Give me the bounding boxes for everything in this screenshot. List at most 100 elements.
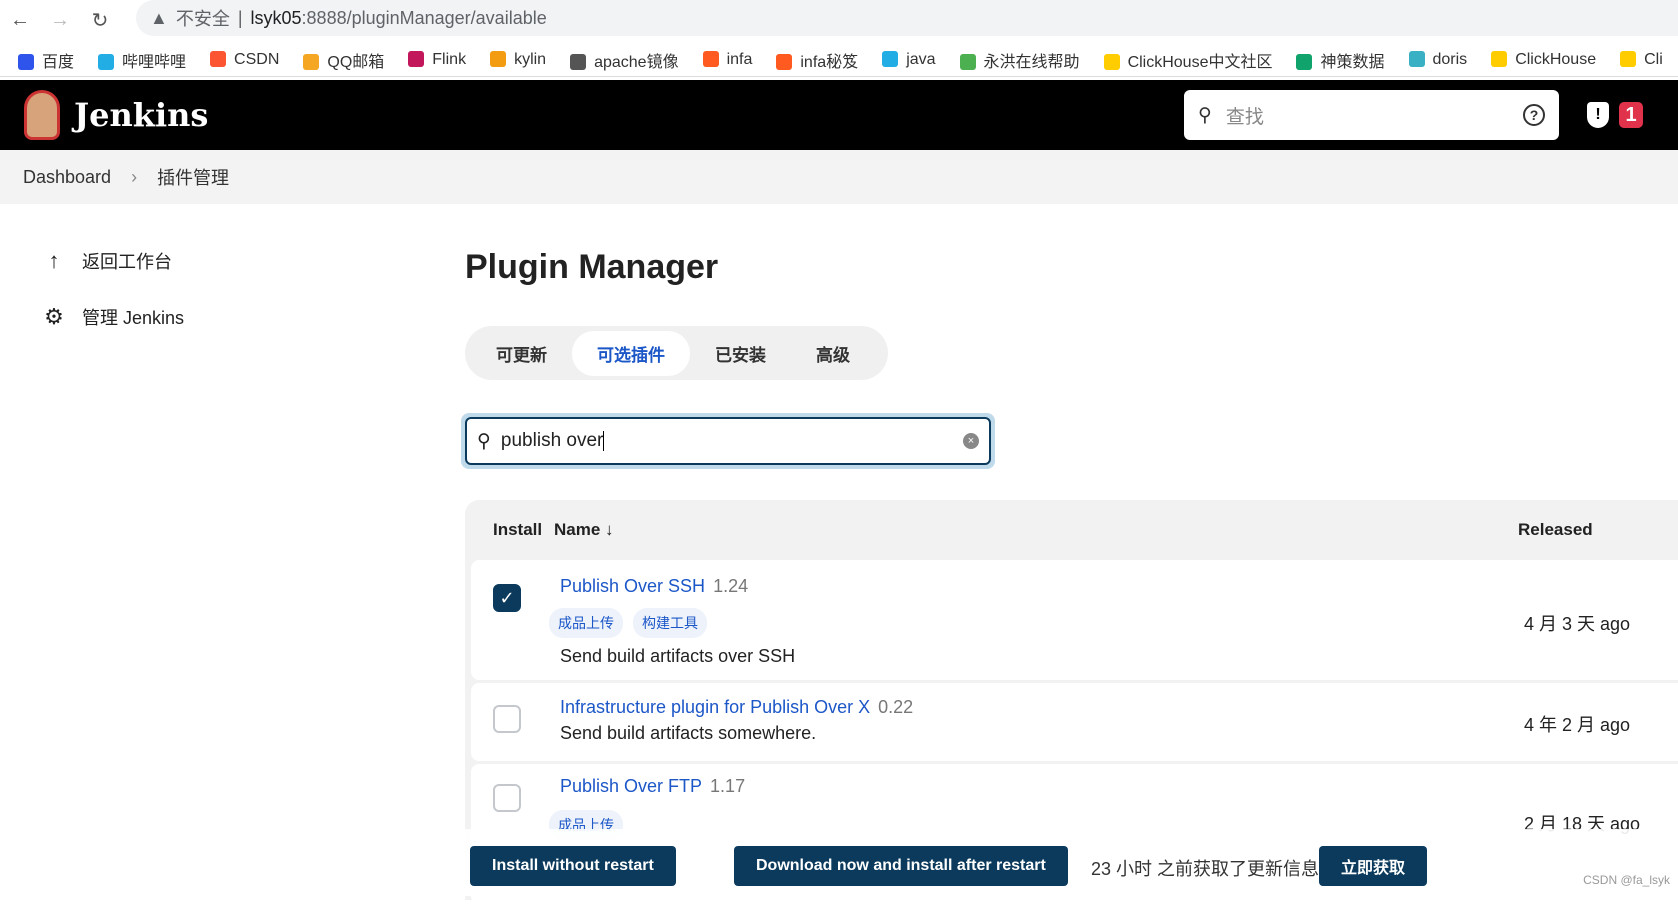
download-install-after-restart-button[interactable]: Download now and install after restart (734, 846, 1068, 886)
breadcrumb-dashboard[interactable]: Dashboard (23, 167, 111, 188)
bookmark-item[interactable]: 百度 (18, 48, 74, 72)
bookmark-icon (776, 53, 793, 70)
tab-available[interactable]: 可选插件 (572, 330, 690, 376)
bookmark-label: 永洪在线帮助 (983, 53, 1080, 71)
bookmark-item[interactable]: kylin (490, 50, 547, 69)
search-icon: ⚲ (477, 430, 491, 452)
search-icon: ⚲ (1198, 104, 1212, 126)
gear-icon: ⚙ (44, 304, 64, 329)
breadcrumb-plugin-manager[interactable]: 插件管理 (157, 164, 229, 190)
bookmark-icon (1408, 50, 1425, 67)
reload-icon[interactable]: ↻ (80, 8, 120, 33)
plugin-tag[interactable]: 构建工具 (633, 608, 707, 638)
bookmark-item[interactable]: 哔哩哔哩 (98, 48, 186, 72)
bookmark-item[interactable]: Cli (1620, 50, 1663, 69)
fetch-now-button[interactable]: 立即获取 (1319, 846, 1428, 886)
brand-title[interactable]: Jenkins (74, 96, 208, 134)
clear-icon[interactable]: × (963, 433, 979, 449)
bookmark-item[interactable]: ClickHouse中文社区 (1103, 48, 1272, 72)
column-name[interactable]: Name ↓ (554, 520, 614, 540)
bookmark-item[interactable]: QQ邮箱 (303, 48, 384, 72)
plugin-search-input[interactable]: ⚲ publish over × (465, 417, 991, 465)
plugin-released: 4 年 2 月 ago (1524, 715, 1631, 735)
page-title: Plugin Manager (465, 248, 719, 286)
install-checkbox[interactable] (493, 705, 521, 733)
bookmark-icon (98, 53, 115, 70)
bookmark-icon (882, 50, 899, 67)
chevron-right-icon: › (131, 166, 138, 187)
update-info: 23 小时 之前获取了更新信息 (1091, 859, 1320, 879)
shield-icon[interactable]: ! (1587, 102, 1609, 128)
back-icon[interactable]: ← (0, 9, 40, 32)
plugin-name-link[interactable]: Infrastructure plugin for Publish Over X (560, 697, 870, 717)
bookmark-label: QQ邮箱 (327, 53, 385, 71)
bookmark-icon (490, 50, 507, 67)
bookmark-item[interactable]: 神策数据 (1296, 48, 1385, 72)
bookmark-label: kylin (514, 50, 547, 68)
bookmark-icon (1296, 53, 1313, 70)
bookmark-label: CSDN (234, 50, 280, 68)
column-released[interactable]: Released (1518, 520, 1593, 540)
bookmark-label: infa秘笈 (800, 53, 859, 71)
plugin-name-link[interactable]: Publish Over SSH (560, 576, 705, 596)
warning-icon: ▲ (150, 7, 168, 28)
bookmark-label: apache镜像 (594, 53, 679, 71)
install-without-restart-button[interactable]: Install without restart (470, 846, 676, 886)
bookmark-item[interactable]: doris (1408, 50, 1467, 69)
bottom-action-bar: Install without restart Download now and… (0, 829, 1678, 896)
tab-updates[interactable]: 可更新 (471, 331, 572, 376)
bookmark-item[interactable]: ClickHouse (1491, 50, 1596, 69)
bookmark-label: 神策数据 (1320, 53, 1385, 71)
bookmark-icon (210, 50, 227, 67)
search-placeholder: 查找 (1225, 106, 1264, 128)
table-row: ✓ Publish Over SSH 1.24 成品上传 构建工具 Send bui… (471, 560, 1678, 680)
plugin-version: 1.17 (710, 776, 746, 796)
plugin-tag[interactable]: 成品上传 (549, 608, 623, 638)
sidebar-item-back[interactable]: ↑ 返回工作台 (42, 248, 173, 274)
bookmark-icon (702, 50, 719, 67)
plugin-version: 0.22 (878, 697, 914, 717)
search-value: publish over (500, 430, 604, 451)
install-checkbox[interactable] (493, 784, 521, 812)
bookmark-item[interactable]: 永洪在线帮助 (959, 48, 1080, 72)
install-checkbox[interactable]: ✓ (493, 584, 521, 612)
jenkins-logo[interactable] (24, 90, 60, 140)
bookmark-item[interactable]: java (882, 50, 936, 69)
bookmark-item[interactable]: infa (702, 50, 753, 69)
sidebar-item-manage[interactable]: ⚙ 管理 Jenkins (42, 304, 184, 330)
address-bar[interactable]: ▲ 不安全 | lsyk05:8888/pluginManager/availa… (136, 0, 1678, 36)
header-search[interactable]: ⚲ 查找 ? (1184, 90, 1559, 140)
jenkins-header: Jenkins ⚲ 查找 ? ! 1 (0, 80, 1678, 150)
security-label: 不安全 (175, 9, 230, 29)
bookmark-label: 哔哩哔哩 (122, 53, 187, 71)
bookmark-icon (303, 53, 320, 70)
bookmark-label: Cli (1644, 50, 1663, 68)
plugin-name-link[interactable]: Publish Over FTP (560, 776, 702, 796)
bookmark-icon (1620, 50, 1637, 67)
bookmark-item[interactable]: apache镜像 (570, 48, 679, 72)
bookmark-item[interactable]: CSDN (210, 50, 280, 69)
plugin-description: Send build artifacts over SSH (560, 646, 796, 666)
breadcrumb: Dashboard › 插件管理 (0, 150, 1678, 204)
bookmark-item[interactable]: Flink (408, 50, 467, 69)
url-host: lsyk05 (250, 7, 302, 28)
security-badge[interactable]: 1 (1619, 102, 1643, 128)
sidebar-item-label: 返回工作台 (82, 252, 172, 272)
arrow-up-icon: ↑ (48, 248, 60, 273)
bookmark-label: java (906, 50, 936, 68)
plugin-version: 1.24 (713, 576, 749, 596)
plugin-description: Send build artifacts somewhere. (560, 723, 817, 743)
bookmark-icon (18, 53, 34, 70)
bookmark-label: infa (726, 50, 753, 68)
bookmark-icon (570, 53, 587, 70)
bookmark-label: Flink (432, 50, 467, 68)
bookmark-item[interactable]: infa秘笈 (776, 48, 858, 72)
help-icon[interactable]: ? (1523, 104, 1545, 126)
bookmark-icon (959, 53, 976, 70)
plugin-released: 4 月 3 天 ago (1524, 614, 1631, 634)
forward-icon[interactable]: → (40, 9, 80, 32)
tab-advanced[interactable]: 高级 (791, 331, 875, 376)
bookmark-label: 百度 (42, 53, 75, 71)
watermark: CSDN @fa_lsyk (1583, 873, 1670, 887)
tab-installed[interactable]: 已安装 (690, 331, 791, 376)
